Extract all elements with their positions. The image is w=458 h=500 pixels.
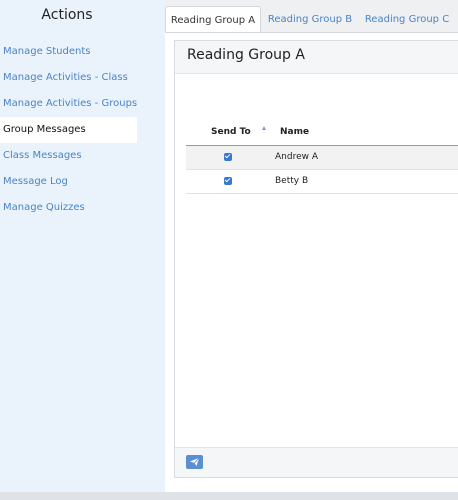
bottom-scrollbar[interactable] [0, 492, 458, 500]
table-row: Betty B [186, 170, 458, 194]
group-panel: Reading Group A Send To Name Andrew A Be… [174, 40, 458, 478]
sidebar-menu: Manage Students Manage Activities - Clas… [0, 39, 137, 221]
tab-reading-group-c[interactable]: Reading Group C [361, 6, 453, 33]
panel-heading: Reading Group A [175, 41, 458, 74]
sidebar-item-manage-activities-groups[interactable]: Manage Activities - Groups [0, 91, 137, 117]
group-tabs: Reading Group A Reading Group B Reading … [165, 6, 458, 33]
sidebar-item-group-messages[interactable]: Group Messages [0, 117, 137, 143]
sidebar-item-message-log[interactable]: Message Log [0, 169, 137, 195]
panel-footer [175, 447, 458, 477]
sidebar-item-manage-activities-class[interactable]: Manage Activities - Class [0, 65, 137, 91]
column-header-name[interactable]: Name [280, 127, 309, 137]
sort-ascending-icon[interactable] [262, 126, 266, 130]
paper-plane-icon [190, 458, 199, 466]
main-area: Reading Group A Reading Group B Reading … [165, 0, 458, 493]
sidebar-title: Actions [41, 7, 93, 23]
send-message-button[interactable] [186, 455, 203, 469]
send-to-checkbox[interactable] [224, 177, 232, 185]
student-name: Betty B [275, 176, 309, 186]
student-name: Andrew A [275, 152, 318, 162]
tab-content: Reading Group A Send To Name Andrew A Be… [165, 32, 458, 493]
sidebar-item-manage-students[interactable]: Manage Students [0, 39, 137, 65]
send-to-checkbox[interactable] [224, 153, 232, 161]
table-row: Andrew A [186, 146, 458, 170]
sidebar: Actions Manage Students Manage Activitie… [0, 0, 165, 492]
panel-title: Reading Group A [187, 47, 305, 63]
sidebar-item-manage-quizzes[interactable]: Manage Quizzes [0, 195, 137, 221]
tab-reading-group-a[interactable]: Reading Group A [165, 6, 261, 33]
table-header: Send To Name [186, 121, 458, 146]
tab-reading-group-b[interactable]: Reading Group B [264, 6, 356, 33]
members-table: Send To Name Andrew A Betty B [186, 121, 458, 194]
sidebar-item-class-messages[interactable]: Class Messages [0, 143, 137, 169]
column-header-send-to[interactable]: Send To [211, 127, 251, 137]
